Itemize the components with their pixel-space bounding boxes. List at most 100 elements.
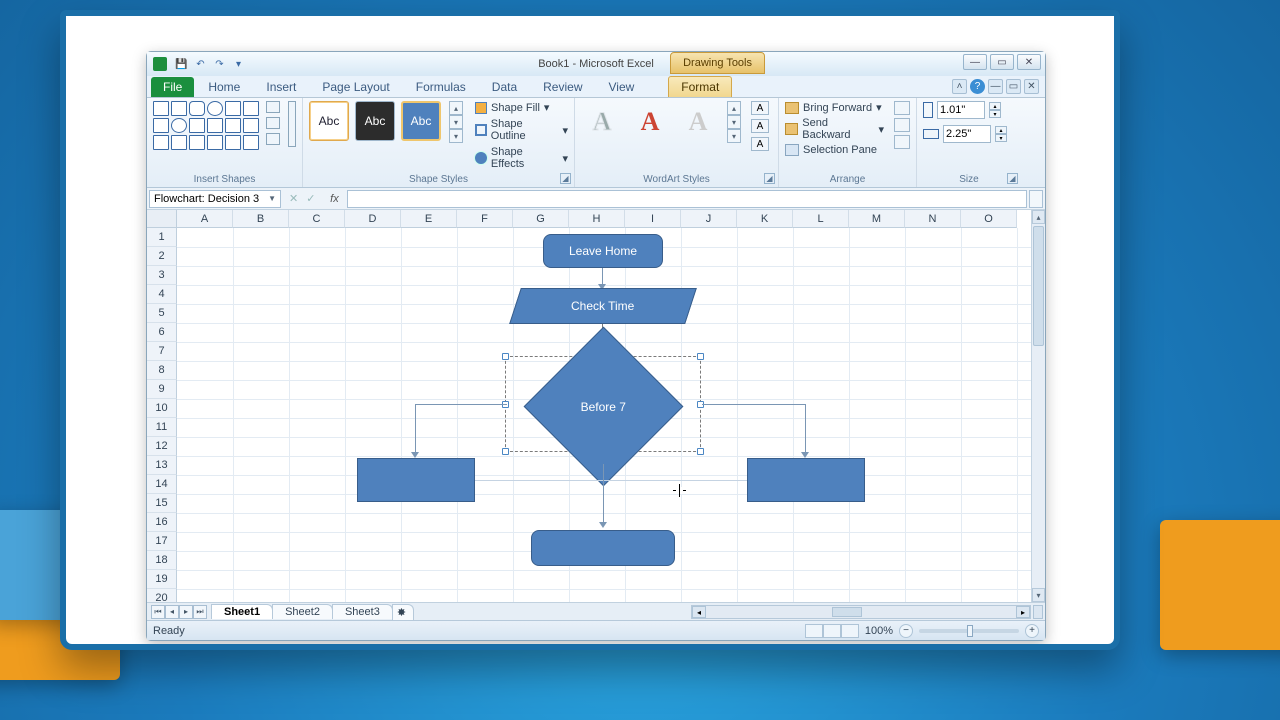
wordart-gallery[interactable]: A A A bbox=[581, 101, 719, 143]
connector[interactable] bbox=[415, 404, 416, 454]
tab-home[interactable]: Home bbox=[196, 77, 252, 97]
workbook-restore-icon[interactable]: ▭ bbox=[1006, 79, 1021, 94]
connector[interactable] bbox=[702, 404, 806, 405]
text-effects-button[interactable]: A bbox=[751, 137, 769, 151]
row-header[interactable]: 4 bbox=[147, 285, 177, 304]
bring-forward-button[interactable]: Bring Forward ▾ bbox=[785, 101, 884, 114]
next-sheet-icon[interactable]: ▸ bbox=[179, 605, 193, 619]
shape-style-gallery[interactable]: Abc Abc Abc bbox=[309, 101, 441, 141]
close-button[interactable]: ✕ bbox=[1017, 54, 1041, 70]
shape-style-3[interactable]: Abc bbox=[401, 101, 441, 141]
shape-fill-button[interactable]: Shape Fill ▾ bbox=[475, 101, 568, 114]
tab-insert[interactable]: Insert bbox=[254, 77, 308, 97]
formula-input[interactable] bbox=[347, 190, 1027, 208]
resize-handle[interactable] bbox=[502, 353, 509, 360]
row-header[interactable]: 11 bbox=[147, 418, 177, 437]
col-header[interactable]: L bbox=[793, 210, 849, 228]
tab-review[interactable]: Review bbox=[531, 77, 594, 97]
zoom-in-button[interactable]: + bbox=[1025, 624, 1039, 638]
col-header[interactable]: A bbox=[177, 210, 233, 228]
edit-shape-button[interactable] bbox=[288, 101, 296, 147]
prev-sheet-icon[interactable]: ◂ bbox=[165, 605, 179, 619]
minimize-button[interactable]: — bbox=[963, 54, 987, 70]
minimize-ribbon-icon[interactable]: ˄ bbox=[952, 79, 967, 94]
col-header[interactable]: M bbox=[849, 210, 905, 228]
shapes-gallery[interactable] bbox=[153, 101, 259, 150]
gallery-more-icon[interactable] bbox=[266, 133, 280, 145]
workbook-minimize-icon[interactable]: — bbox=[988, 79, 1003, 94]
wordart-gallery-up-icon[interactable]: ▴ bbox=[727, 101, 741, 115]
row-header[interactable]: 6 bbox=[147, 323, 177, 342]
align-button[interactable] bbox=[894, 101, 910, 115]
row-header[interactable]: 14 bbox=[147, 475, 177, 494]
connector[interactable] bbox=[475, 480, 747, 481]
col-header[interactable]: O bbox=[961, 210, 1017, 228]
worksheet-area[interactable]: ABCDEFGHIJKLMNO 123456789101112131415161… bbox=[147, 210, 1045, 602]
text-fill-button[interactable]: A bbox=[751, 101, 769, 115]
selection-pane-button[interactable]: Selection Pane bbox=[785, 144, 884, 156]
shape-terminator-bottom[interactable] bbox=[531, 530, 675, 566]
maximize-button[interactable]: ▭ bbox=[990, 54, 1014, 70]
shape-height-input[interactable] bbox=[937, 101, 985, 119]
col-header[interactable]: C bbox=[289, 210, 345, 228]
cancel-edit-icon[interactable]: ✕ bbox=[289, 192, 298, 205]
tab-file[interactable]: File bbox=[151, 77, 194, 97]
hscroll-right-icon[interactable]: ▸ bbox=[1016, 606, 1030, 618]
group-button[interactable] bbox=[894, 118, 910, 132]
style-gallery-more-icon[interactable]: ▾ bbox=[449, 129, 463, 143]
row-header[interactable]: 7 bbox=[147, 342, 177, 361]
sheet-tab-1[interactable]: Sheet1 bbox=[211, 604, 273, 619]
wordart-style-1[interactable]: A bbox=[581, 101, 623, 143]
vertical-scrollbar[interactable]: ▴ ▾ bbox=[1031, 210, 1045, 602]
expand-formula-bar[interactable] bbox=[1029, 190, 1043, 208]
normal-view-button[interactable] bbox=[805, 624, 823, 638]
vscroll-thumb[interactable] bbox=[1033, 226, 1044, 346]
row-header[interactable]: 10 bbox=[147, 399, 177, 418]
page-layout-view-button[interactable] bbox=[823, 624, 841, 638]
select-all-corner[interactable] bbox=[147, 210, 177, 228]
help-icon[interactable]: ? bbox=[970, 79, 985, 94]
tab-page-layout[interactable]: Page Layout bbox=[310, 77, 401, 97]
sheet-tab-2[interactable]: Sheet2 bbox=[272, 604, 333, 619]
new-sheet-button[interactable]: ✸ bbox=[392, 604, 414, 620]
row-header[interactable]: 8 bbox=[147, 361, 177, 380]
rotate-button[interactable] bbox=[894, 135, 910, 149]
hscroll-thumb[interactable] bbox=[832, 607, 862, 617]
resize-handle[interactable] bbox=[697, 448, 704, 455]
horizontal-scrollbar[interactable]: ◂ ▸ bbox=[691, 605, 1031, 619]
width-down[interactable]: ▾ bbox=[995, 134, 1007, 142]
col-header[interactable]: B bbox=[233, 210, 289, 228]
shape-decision-before-7[interactable]: Before 7 bbox=[524, 327, 684, 487]
size-dialog-launcher[interactable]: ◢ bbox=[1007, 173, 1018, 184]
shape-effects-button[interactable]: Shape Effects ▾ bbox=[475, 146, 568, 170]
tab-data[interactable]: Data bbox=[480, 77, 529, 97]
col-header[interactable]: J bbox=[681, 210, 737, 228]
last-sheet-icon[interactable]: ⏭ bbox=[193, 605, 207, 619]
shape-styles-dialog-launcher[interactable]: ◢ bbox=[560, 173, 571, 184]
fx-icon[interactable]: fx bbox=[321, 193, 347, 205]
zoom-level[interactable]: 100% bbox=[865, 625, 893, 637]
row-header[interactable]: 12 bbox=[147, 437, 177, 456]
shape-width-input[interactable] bbox=[943, 125, 991, 143]
column-headers[interactable]: ABCDEFGHIJKLMNO bbox=[177, 210, 1031, 228]
connector[interactable] bbox=[805, 404, 806, 454]
resize-handle[interactable] bbox=[697, 353, 704, 360]
col-header[interactable]: N bbox=[905, 210, 961, 228]
tab-view[interactable]: View bbox=[597, 77, 647, 97]
row-header[interactable]: 9 bbox=[147, 380, 177, 399]
shape-style-1[interactable]: Abc bbox=[309, 101, 349, 141]
tab-splitter[interactable] bbox=[1033, 605, 1043, 619]
shape-terminator-leave-home[interactable]: Leave Home bbox=[543, 234, 663, 268]
row-header[interactable]: 3 bbox=[147, 266, 177, 285]
row-header[interactable]: 16 bbox=[147, 513, 177, 532]
hscroll-left-icon[interactable]: ◂ bbox=[692, 606, 706, 618]
row-header[interactable]: 2 bbox=[147, 247, 177, 266]
tab-formulas[interactable]: Formulas bbox=[404, 77, 478, 97]
style-gallery-down-icon[interactable]: ▾ bbox=[449, 115, 463, 129]
width-up[interactable]: ▴ bbox=[995, 126, 1007, 134]
wordart-gallery-down-icon[interactable]: ▾ bbox=[727, 115, 741, 129]
row-header[interactable]: 1 bbox=[147, 228, 177, 247]
namebox-dropdown-icon[interactable]: ▼ bbox=[268, 194, 276, 203]
col-header[interactable]: D bbox=[345, 210, 401, 228]
gallery-down-icon[interactable] bbox=[266, 117, 280, 129]
